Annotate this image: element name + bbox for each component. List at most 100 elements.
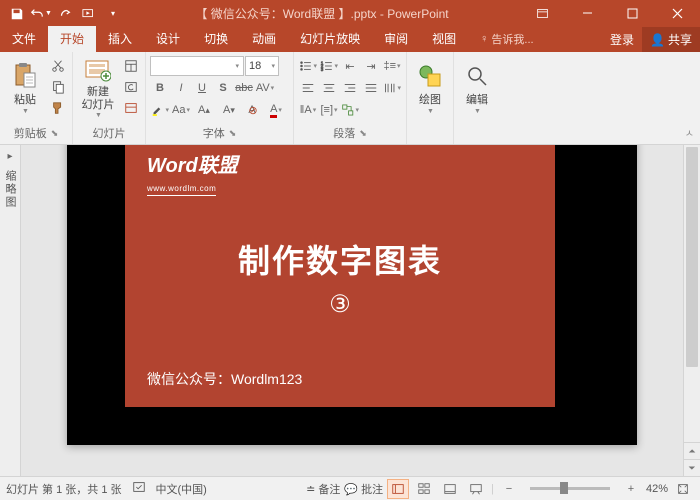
font-color-button[interactable]: A▾ <box>263 100 289 120</box>
slide-number: ③ <box>147 290 533 319</box>
tell-me[interactable]: ♀告诉我... <box>468 27 545 52</box>
cut-icon[interactable] <box>48 56 68 76</box>
grow-font-button[interactable]: A▴ <box>192 100 216 120</box>
copy-icon[interactable] <box>48 77 68 97</box>
slideshow-view-icon[interactable] <box>465 479 487 499</box>
login-button[interactable]: 登录 <box>602 27 642 52</box>
expand-thumbnails-icon[interactable]: ▸ <box>7 151 12 162</box>
tab-view[interactable]: 视图 <box>420 26 468 52</box>
font-name-selector[interactable]: ▾ <box>150 56 244 76</box>
zoom-slider-handle[interactable] <box>560 482 568 494</box>
numbering-button[interactable]: 123▾ <box>319 56 339 76</box>
columns-button[interactable]: ▾ <box>382 78 402 98</box>
layout-icon[interactable] <box>121 56 141 76</box>
maximize-icon[interactable] <box>610 0 655 27</box>
section-icon[interactable] <box>121 98 141 118</box>
prev-slide-icon[interactable]: ⏶ <box>684 442 700 459</box>
tab-animations[interactable]: 动画 <box>240 26 288 52</box>
tab-file[interactable]: 文件 <box>0 26 48 52</box>
text-direction-button[interactable]: ‖A▾ <box>298 100 318 120</box>
slide-content: Word联盟 www.wordlm.com 制作数字图表 ③ 微信公众号：Wor… <box>125 145 555 407</box>
zoom-in-button[interactable]: + <box>620 479 642 499</box>
new-slide-button[interactable]: 新建 幻灯片▼ <box>77 54 119 122</box>
slide[interactable]: Word联盟 www.wordlm.com 制作数字图表 ③ 微信公众号：Wor… <box>67 145 637 445</box>
shrink-font-button[interactable]: A▾ <box>217 100 241 120</box>
clipboard-launcher-icon[interactable]: ⬊ <box>51 128 59 139</box>
tab-review[interactable]: 审阅 <box>372 26 420 52</box>
save-icon[interactable] <box>6 3 28 25</box>
align-left-button[interactable] <box>298 78 318 98</box>
next-slide-icon[interactable]: ⏷ <box>684 459 700 476</box>
font-launcher-icon[interactable]: ⬊ <box>229 128 237 139</box>
align-right-button[interactable] <box>340 78 360 98</box>
start-from-beginning-icon[interactable] <box>78 3 100 25</box>
decrease-indent-button[interactable]: ⇤ <box>340 56 360 76</box>
window-title: 【 微信公众号：Word联盟 】.pptx - PowerPoint <box>124 5 520 22</box>
fit-to-window-icon[interactable] <box>672 479 694 499</box>
tab-slideshow[interactable]: 幻灯片放映 <box>288 26 372 52</box>
undo-icon[interactable]: ▼ <box>30 3 52 25</box>
align-text-button[interactable]: [≡]▾ <box>319 100 339 120</box>
zoom-slider[interactable] <box>530 487 610 490</box>
normal-view-icon[interactable] <box>387 479 409 499</box>
italic-button[interactable]: I <box>171 78 191 98</box>
clear-formatting-button[interactable]: A⊘ <box>242 100 262 120</box>
font-size-selector[interactable]: 18▾ <box>245 56 279 76</box>
zoom-out-button[interactable]: − <box>498 479 520 499</box>
tab-home[interactable]: 开始 <box>48 26 96 52</box>
drawing-button[interactable]: 绘图▼ <box>411 54 449 122</box>
justify-button[interactable] <box>361 78 381 98</box>
slide-footer-text: 微信公众号：Wordlm123 <box>147 369 302 389</box>
language-indicator[interactable]: 中文(中国) <box>156 481 207 497</box>
svg-text:1: 1 <box>321 60 324 65</box>
scroll-thumb[interactable] <box>686 147 698 367</box>
format-painter-icon[interactable] <box>48 98 68 118</box>
change-case-button[interactable]: Aa▾ <box>171 100 191 120</box>
paragraph-launcher-icon[interactable]: ⬊ <box>359 128 367 139</box>
bullets-button[interactable]: ▾ <box>298 56 318 76</box>
svg-text:3: 3 <box>321 67 324 72</box>
character-spacing-button[interactable]: AV▾ <box>255 78 275 98</box>
tab-transitions[interactable]: 切换 <box>192 26 240 52</box>
minimize-icon[interactable] <box>565 0 610 27</box>
ribbon-options-icon[interactable] <box>520 0 565 27</box>
share-button[interactable]: 👤共享 <box>642 27 700 52</box>
thumbnail-panel: ▸ 缩略图 <box>0 145 21 476</box>
reading-view-icon[interactable] <box>439 479 461 499</box>
paste-button[interactable]: 粘贴▼ <box>4 54 46 122</box>
line-spacing-button[interactable]: ‡≡▾ <box>382 56 402 76</box>
strikethrough-button[interactable]: abc <box>234 78 254 98</box>
align-center-button[interactable] <box>319 78 339 98</box>
drawing-group: 绘图▼ . <box>407 52 454 144</box>
ribbon-tabs: 文件 开始 插入 设计 切换 动画 幻灯片放映 审阅 视图 ♀告诉我... 登录… <box>0 27 700 52</box>
editing-group: 编辑▼ . <box>454 52 500 144</box>
shadow-button[interactable]: S <box>213 78 233 98</box>
zoom-level[interactable]: 42% <box>646 483 668 495</box>
slide-counter[interactable]: 幻灯片 第 1 张，共 1 张 <box>6 481 122 497</box>
sorter-view-icon[interactable] <box>413 479 435 499</box>
vertical-scrollbar[interactable]: ⏶ ⏷ <box>683 145 700 476</box>
increase-indent-button[interactable]: ⇥ <box>361 56 381 76</box>
find-icon <box>463 62 491 90</box>
font-group: ▾ 18▾ B I U S abc AV▾ ▾ Aa▾ A▴ A▾ A⊘ <box>146 52 294 144</box>
tab-design[interactable]: 设计 <box>144 26 192 52</box>
paragraph-label: 段落 <box>333 125 355 141</box>
spellcheck-icon[interactable] <box>132 480 146 497</box>
redo-icon[interactable] <box>54 3 76 25</box>
collapse-ribbon-icon[interactable]: ㅅ <box>683 123 696 142</box>
highlight-button[interactable]: ▾ <box>150 100 170 120</box>
editing-button[interactable]: 编辑▼ <box>458 54 496 122</box>
slide-heading: 制作数字图表 <box>147 236 533 282</box>
clipboard-group: 粘贴▼ 剪贴板⬊ <box>0 52 73 144</box>
underline-button[interactable]: U <box>192 78 212 98</box>
qat-customize-icon[interactable]: ▾ <box>102 3 124 25</box>
bold-button[interactable]: B <box>150 78 170 98</box>
slide-canvas[interactable]: Word联盟 www.wordlm.com 制作数字图表 ③ 微信公众号：Wor… <box>21 145 683 476</box>
close-icon[interactable] <box>655 0 700 27</box>
reset-icon[interactable] <box>121 77 141 97</box>
comments-button[interactable]: 💬 批注 <box>344 481 383 497</box>
shapes-icon <box>416 62 444 90</box>
tab-insert[interactable]: 插入 <box>96 26 144 52</box>
notes-button[interactable]: ≐ 备注 <box>306 481 340 497</box>
smartart-button[interactable]: ▾ <box>340 100 360 120</box>
